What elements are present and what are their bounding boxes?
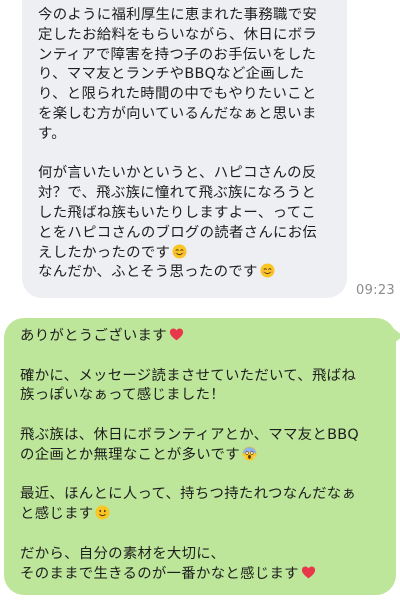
message-text-line: 何が言いたいかというと、ハピコさんの反 — [38, 165, 317, 182]
message-text-line: だから、自分の素材を大切に、 — [20, 545, 226, 562]
red-heart-icon — [169, 327, 184, 342]
slightly-smiling-face-icon — [95, 505, 110, 520]
message-text-line: り、と限られた時間の中でもやりたいこと — [38, 86, 317, 103]
message-text-line: 定したお給料をもらいながら、休日にボラ — [38, 26, 318, 43]
message-text-line: す。 — [38, 125, 66, 142]
message-text-line: 飛ぶ族は、休日にボランティアとか、ママ友とBBQ — [20, 426, 360, 443]
message-text-line: の企画とか無理なことが多いです — [20, 446, 388, 466]
message-text-line: そのままで生きるのが一番かなと感じます — [20, 565, 388, 585]
message-text-line: 対？で、飛ぶ族に憧れて飛ぶ族になろうと — [38, 185, 317, 202]
message-text-line: した飛ばね族もいたりしますよー、ってこ — [38, 204, 316, 221]
message-timestamp: 09:23 — [356, 283, 395, 298]
message-text-line: 確かに、メッセージ読まさせていただいて、飛ばね — [20, 367, 357, 384]
message-text-line: 族っぽいなぁって感じました！ — [20, 387, 225, 404]
message-text-line: なんだか、ふとそう思ったのです — [38, 263, 337, 283]
face-screaming-icon — [242, 446, 257, 461]
message-text-line: ンティアで障害を持つ子のお手伝いをした — [38, 46, 317, 63]
message-text-line: 今のように福利厚生に恵まれた事務職で安 — [38, 7, 318, 23]
red-heart-icon — [301, 565, 316, 580]
message-text-line: とをハピコさんのブログの読者さんにお伝 — [38, 224, 318, 241]
message-text-line: と感じます — [20, 505, 388, 525]
message-text: ありがとうございます — [20, 328, 167, 344]
message-text: の企画とか無理なことが多いです — [20, 446, 240, 463]
incoming-message-bubble[interactable]: 今のように福利厚生に恵まれた事務職で安 定したお給料をもらいながら、休日にボラ … — [22, 0, 347, 298]
message-text-line: り、ママ友とランチやBBQなど企画した — [38, 66, 305, 83]
message-text-line: を楽しむ方が向いているんだなぁと思いま — [38, 105, 317, 122]
smiling-face-with-smiling-eyes-icon — [260, 263, 275, 278]
message-text: そのままで生きるのが一番かなと感じます — [20, 565, 299, 582]
message-text: なんだか、ふとそう思ったのです — [38, 264, 258, 281]
outgoing-message-bubble[interactable]: ありがとうございます 確かに、メッセージ読まさせていただいて、飛ばね 族っぽいな… — [4, 318, 400, 595]
message-text-line: 最近、ほんとに人って、持ちつ持たれつなんだなぁ — [20, 486, 357, 503]
smiling-face-with-smiling-eyes-icon — [172, 244, 187, 259]
message-text: えしたかったのです — [38, 244, 171, 261]
message-text: と感じます — [20, 506, 94, 523]
message-text-line: ありがとうございます — [20, 327, 388, 347]
message-text-line: えしたかったのです — [38, 244, 337, 264]
bubble-tail — [393, 328, 400, 344]
